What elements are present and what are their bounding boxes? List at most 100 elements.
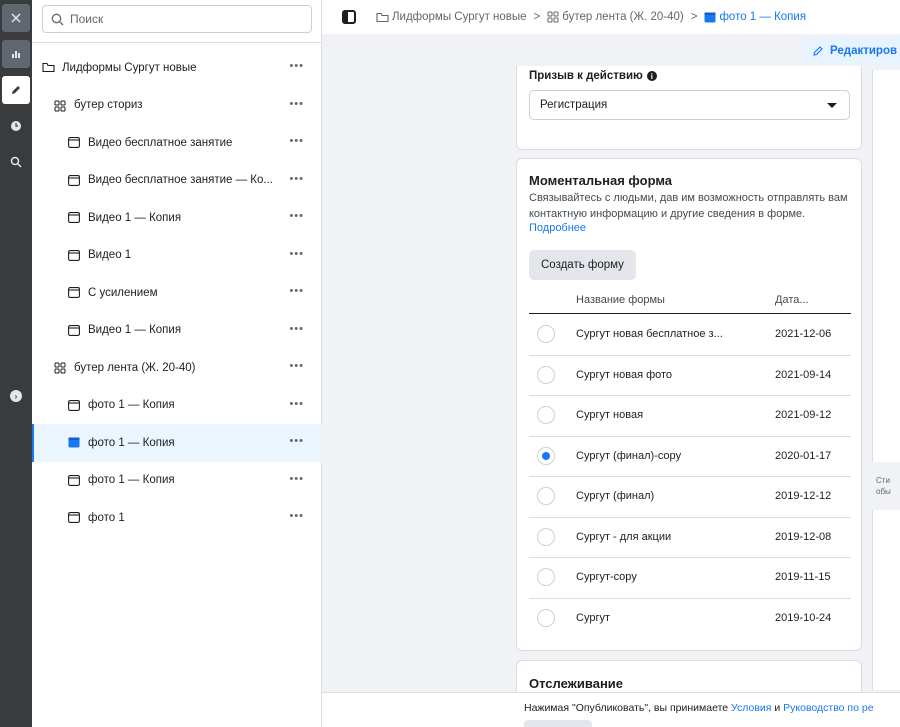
instant-form-card: Моментальная форма Связывайтесь с людьми…	[516, 158, 862, 651]
more-options-icon[interactable]: •••	[289, 323, 304, 335]
ad-icon	[704, 12, 716, 23]
table-row[interactable]: Сургут 2019-10-24	[529, 599, 851, 640]
terms-link[interactable]: Условия	[731, 702, 771, 714]
form-date: 2019-12-12	[775, 490, 832, 502]
breadcrumb-campaign[interactable]: Лидформы Сургут новые	[376, 11, 527, 23]
ad-icon	[68, 174, 81, 186]
more-options-icon[interactable]: •••	[289, 398, 304, 410]
tree-item[interactable]: бутер сториз •••	[32, 87, 322, 125]
tree-item[interactable]: Видео 1 •••	[32, 237, 322, 275]
table-row[interactable]: Сургут (финал)-copy 2020-01-17	[529, 437, 851, 477]
form-name: Сургут-copy	[576, 571, 637, 583]
more-options-icon[interactable]: •••	[289, 210, 304, 222]
table-row[interactable]: Сургут новая фото 2021-09-14	[529, 356, 851, 396]
guidelines-link[interactable]: Руководство по ре	[783, 702, 873, 714]
breadcrumb: Лидформы Сургут новые > бутер лента (Ж. …	[376, 11, 806, 23]
tree-item[interactable]: фото 1 — Копия •••	[32, 387, 322, 425]
tree-list: Лидформы Сургут новые ••• бутер сториз ••• В…	[32, 49, 322, 537]
edit-button[interactable]: Редактиров	[802, 37, 900, 65]
form-name: Сургут новая	[576, 409, 644, 421]
expand-arrow-icon[interactable]: ›	[2, 382, 30, 410]
search-box[interactable]	[42, 5, 312, 33]
form-radio[interactable]	[537, 365, 555, 384]
footer-button[interactable]	[524, 720, 592, 727]
tree-item[interactable]: фото 1 — Копия •••	[32, 424, 322, 462]
more-options-icon[interactable]: •••	[289, 473, 304, 485]
cta-select[interactable]: Регистрация	[529, 90, 850, 120]
divider	[32, 42, 322, 43]
breadcrumb-adset[interactable]: бутер лента (Ж. 20-40)	[547, 11, 684, 23]
bar-chart-icon[interactable]	[2, 40, 30, 68]
section-title: Отслеживание	[529, 676, 624, 691]
folder-icon	[42, 62, 55, 73]
form-radio[interactable]	[537, 487, 555, 505]
more-options-icon[interactable]: •••	[289, 248, 304, 260]
table-row[interactable]: Сургут - для акции 2019-12-08	[529, 518, 851, 558]
tree-item[interactable]: Лидформы Сургут новые •••	[32, 49, 322, 87]
tree-item-label: Лидформы Сургут новые	[62, 61, 197, 74]
preview-panel	[872, 70, 900, 462]
form-radio[interactable]	[537, 608, 555, 627]
form-name: Сургут (финал)-copy	[576, 449, 682, 462]
form-radio[interactable]	[537, 446, 555, 465]
tree-item-label: Видео 1 — Копия	[88, 324, 182, 337]
ad-icon	[68, 512, 81, 524]
ad-icon	[68, 474, 81, 486]
more-options-icon[interactable]: •••	[289, 98, 304, 110]
column-header-name[interactable]: Название формы	[576, 294, 665, 306]
breadcrumb-separator: >	[533, 11, 541, 23]
tree-item-label: фото 1 — Копия	[88, 399, 175, 412]
ad-icon	[68, 137, 81, 149]
more-options-icon[interactable]: •••	[289, 360, 304, 372]
table-row[interactable]: Сургут новая 2021-09-12	[529, 396, 851, 437]
ad-icon	[68, 437, 81, 448]
pencil-icon[interactable]	[2, 76, 30, 104]
table-row[interactable]: Сургут новая бесплатное з... 2021-12-06	[529, 315, 851, 356]
tree-item-label: фото 1	[88, 511, 125, 524]
tree-item[interactable]: Видео 1 — Копия •••	[32, 199, 322, 237]
more-options-icon[interactable]: •••	[289, 285, 304, 297]
tree-item[interactable]: фото 1 •••	[32, 499, 322, 537]
form-name: Сургут новая бесплатное з...	[576, 328, 723, 340]
column-header-date[interactable]: Дата...	[775, 294, 809, 306]
more-options-icon[interactable]: •••	[289, 60, 304, 72]
tree-item[interactable]: Видео 1 — Копия •••	[32, 312, 322, 350]
form-radio[interactable]	[537, 406, 555, 424]
form-date: 2019-11-15	[775, 571, 831, 583]
tree-item[interactable]: бутер лента (Ж. 20-40) •••	[32, 349, 322, 387]
table-row[interactable]: Сургут (финал) 2019-12-12	[529, 477, 851, 518]
form-name: Сургут - для акции	[576, 530, 672, 543]
create-form-button[interactable]: Создать форму	[529, 250, 636, 280]
form-radio[interactable]	[537, 325, 555, 343]
adset-icon	[54, 100, 67, 112]
tree-item-label: Видео бесплатное занятие — Ко...	[88, 174, 273, 187]
tree-item[interactable]: Видео бесплатное занятие — Ко... •••	[32, 162, 322, 200]
tree-item[interactable]: С усилением •••	[32, 274, 322, 312]
edit-row: Редактиров	[322, 34, 900, 70]
info-icon[interactable]: i	[646, 71, 657, 81]
learn-more-link[interactable]: Подробнее	[529, 222, 586, 234]
form-date: 2019-12-08	[775, 530, 832, 543]
more-options-icon[interactable]: •••	[289, 435, 304, 447]
ad-icon	[68, 212, 81, 224]
close-icon[interactable]	[2, 4, 30, 32]
form-radio[interactable]	[537, 568, 555, 586]
tree-item[interactable]: Видео бесплатное занятие •••	[32, 124, 322, 162]
search-input[interactable]	[70, 12, 290, 26]
clock-icon[interactable]	[2, 112, 30, 140]
cta-label: Призыв к действию i	[529, 70, 657, 82]
more-options-icon[interactable]: •••	[289, 173, 304, 185]
form-date: 2021-09-12	[775, 409, 832, 421]
more-options-icon[interactable]: •••	[289, 135, 304, 147]
ad-icon	[68, 324, 81, 336]
tree-item[interactable]: фото 1 — Копия •••	[32, 462, 322, 500]
zoom-icon[interactable]	[2, 148, 30, 176]
table-row[interactable]: Сургут-copy 2019-11-15	[529, 558, 851, 599]
more-options-icon[interactable]: •••	[289, 510, 304, 522]
panel-toggle-icon[interactable]	[342, 10, 356, 24]
caret-down-icon	[827, 103, 837, 108]
ad-icon	[68, 399, 81, 411]
breadcrumb-ad[interactable]: фото 1 — Копия	[704, 11, 806, 23]
form-radio[interactable]	[537, 527, 555, 546]
call-to-action-card: Призыв к действию i Регистрация	[516, 66, 862, 150]
